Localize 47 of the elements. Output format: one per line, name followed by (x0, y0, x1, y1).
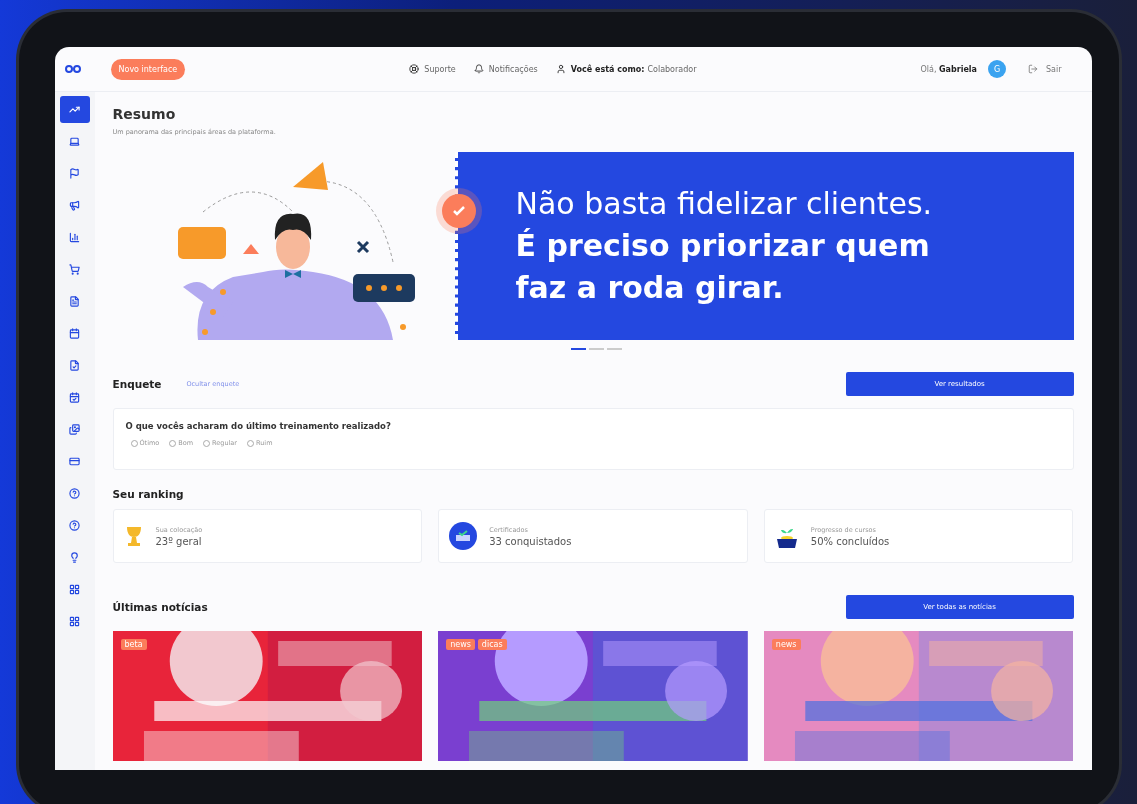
trend-icon (69, 104, 80, 115)
document-check-icon (69, 360, 80, 371)
lightbulb-icon (69, 552, 80, 563)
topbar-link[interactable]: Suporte (409, 64, 456, 74)
sidebar-item[interactable] (59, 96, 90, 123)
stat-value: 33 conquistados (489, 535, 572, 547)
link-text: Notificações (488, 64, 538, 74)
bar-chart-icon (69, 232, 80, 243)
help-icon (69, 488, 80, 499)
grid-icon (69, 616, 80, 627)
stat-value: 23º geral (155, 535, 203, 547)
calendar-icon (69, 328, 80, 339)
certificate-icon (449, 522, 478, 550)
banner-text: Não basta fidelizar clientes. (515, 185, 934, 223)
bell-icon (473, 64, 484, 74)
user-icon (555, 64, 566, 74)
news-tag: news (771, 639, 801, 650)
link-text: Suporte (424, 64, 456, 74)
logo-icon (64, 64, 81, 74)
lifebuoy-icon (409, 64, 420, 74)
logout-icon (1028, 64, 1038, 74)
laptop-icon (69, 136, 80, 147)
cart-icon (69, 264, 80, 275)
section-title: Enquete (112, 378, 162, 390)
news-tag: news (446, 639, 475, 650)
banner-text: É preciso priorizar quem (515, 227, 931, 265)
grid-icon (69, 584, 80, 595)
avatar[interactable]: G (988, 60, 1006, 78)
logout-link[interactable]: Sair (1046, 64, 1062, 74)
help-icon (69, 520, 80, 531)
megaphone-icon (69, 200, 80, 211)
calendar-check-icon (69, 392, 80, 403)
images-icon (69, 424, 80, 435)
page-title: Resumo (112, 106, 177, 122)
news-tag: beta (120, 639, 147, 650)
topbar-link[interactable]: Notificações (473, 64, 538, 74)
poll-question: O que vocês acharam do último treinamento realizado? (125, 421, 392, 431)
news-tag: dicas (477, 639, 507, 650)
card-icon (69, 456, 80, 467)
greeting-text: Olá, Gabriela (920, 64, 978, 74)
document-icon (69, 296, 80, 307)
stat-value: 50% concluídos (810, 535, 890, 547)
banner-text: faz a roda girar. (515, 269, 785, 307)
section-title: Seu ranking (112, 488, 184, 500)
section-title: Últimas notícias (112, 601, 208, 613)
new-interface-badge[interactable]: Novo interface (110, 58, 186, 80)
flag-icon (69, 168, 80, 179)
